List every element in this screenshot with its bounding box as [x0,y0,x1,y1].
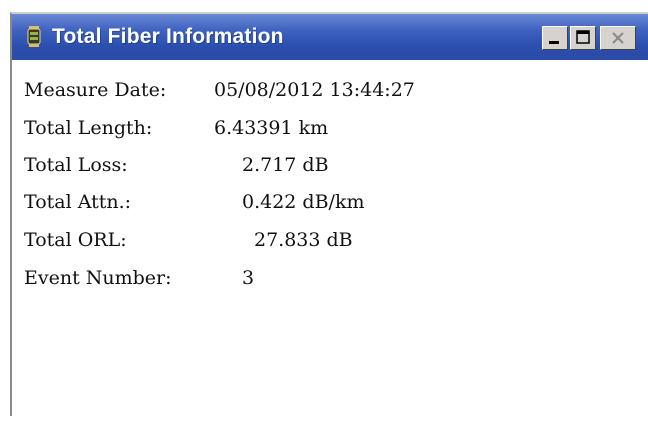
measure-date-value: 05/08/2012 13:44:27 [214,79,415,101]
event-number-label: Event Number: [24,267,172,289]
fiber-info-panel: Measure Date: 05/08/2012 13:44:27 Total … [20,72,648,416]
close-button[interactable] [600,26,636,50]
total-orl-value: 27.833 dB [254,229,353,251]
total-length-label: Total Length: [24,117,153,139]
measure-date-row: Measure Date: 05/08/2012 13:44:27 [24,72,415,108]
total-attn-row: Total Attn.: 0.422 dB/km [24,184,365,220]
measure-date-label: Measure Date: [24,79,167,101]
total-loss-label: Total Loss: [24,154,128,176]
total-length-value: 6.43391 km [214,117,329,139]
total-fiber-info-window: Total Fiber Information Measure Date: 05… [10,12,648,416]
total-loss-value: 2.717 dB [242,154,329,176]
total-length-row: Total Length: 6.43391 km [24,110,328,146]
title-bar[interactable]: Total Fiber Information [12,14,648,60]
event-number-row: Event Number: 3 [24,260,254,296]
total-attn-label: Total Attn.: [24,191,132,213]
fiber-reel-icon [26,26,42,48]
total-orl-label: Total ORL: [24,229,127,251]
minimize-button[interactable] [542,26,568,50]
total-loss-row: Total Loss: 2.717 dB [24,147,329,183]
window-title: Total Fiber Information [52,25,284,48]
maximize-button[interactable] [570,26,596,50]
event-number-value: 3 [242,267,255,289]
total-orl-row: Total ORL: 27.833 dB [24,222,353,258]
total-attn-value: 0.422 dB/km [242,191,365,213]
